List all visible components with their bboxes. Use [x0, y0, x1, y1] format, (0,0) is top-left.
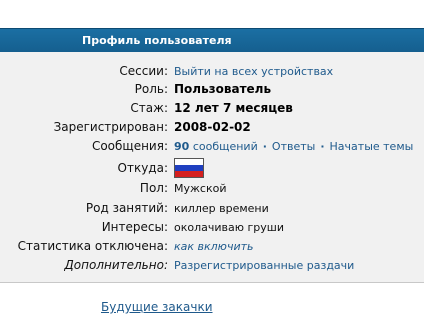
profile-header-title: Профиль пользователя	[82, 34, 232, 47]
interests-value: околачиваю груши	[174, 220, 284, 234]
row-tenure: Стаж: 12 лет 7 месяцев	[0, 98, 424, 118]
started-topics-link[interactable]: Начатые темы	[330, 140, 414, 153]
messages-count-link[interactable]: 90 сообщений	[174, 140, 258, 153]
russia-flag-icon	[174, 158, 204, 178]
role-value: Пользователь	[174, 82, 272, 96]
gender-value: Мужской	[174, 181, 227, 195]
row-gender: Пол: Мужской	[0, 178, 424, 198]
profile-panel: Сессии: Выйти на всех устройствах Роль: …	[0, 52, 424, 283]
separator-dot: ·	[320, 139, 325, 153]
row-occupation: Род занятий: киллер времени	[0, 198, 424, 218]
how-to-enable-link[interactable]: как включить	[174, 240, 253, 253]
registered-label: Зарегистрирован:	[53, 120, 168, 134]
row-interests: Интересы: околачиваю груши	[0, 217, 424, 237]
gender-label: Пол:	[139, 181, 168, 195]
logout-all-devices-link[interactable]: Выйти на всех устройствах	[174, 65, 333, 78]
separator-dot: ·	[262, 139, 267, 153]
messages-count: 90	[174, 139, 190, 153]
interests-label: Интересы:	[101, 220, 168, 234]
row-role: Роль: Пользователь	[0, 79, 424, 99]
occupation-label: Род занятий:	[85, 201, 168, 215]
row-registered: Зарегистрирован: 2008-02-02	[0, 117, 424, 137]
row-sessions: Сессии: Выйти на всех устройствах	[0, 61, 424, 81]
answers-link[interactable]: Ответы	[272, 140, 315, 153]
origin-label: Откуда:	[117, 161, 168, 175]
future-downloads-link[interactable]: Будущие закачки	[101, 300, 213, 314]
registered-value: 2008-02-02	[174, 120, 251, 134]
row-additional: Дополнительно: Разрегистрированные разда…	[0, 255, 424, 275]
occupation-value: киллер времени	[174, 201, 269, 215]
stats-disabled-label: Статистика отключена:	[17, 239, 168, 253]
tenure-value: 12 лет 7 месяцев	[174, 101, 293, 115]
unregistered-releases-link[interactable]: Разрегистрированные раздачи	[174, 259, 354, 272]
messages-count-suffix: сообщений	[192, 139, 258, 153]
additional-label: Дополнительно:	[64, 258, 168, 272]
row-stats-disabled: Статистика отключена: как включить	[0, 236, 424, 256]
tenure-label: Стаж:	[130, 101, 168, 115]
role-label: Роль:	[134, 82, 168, 96]
row-origin: Откуда:	[0, 157, 424, 179]
profile-header: Профиль пользователя	[0, 28, 424, 52]
sessions-label: Сессии:	[119, 64, 168, 78]
row-messages: Сообщения: 90 сообщений · Ответы · Начатые т…	[0, 136, 424, 156]
messages-label: Сообщения:	[91, 139, 168, 153]
